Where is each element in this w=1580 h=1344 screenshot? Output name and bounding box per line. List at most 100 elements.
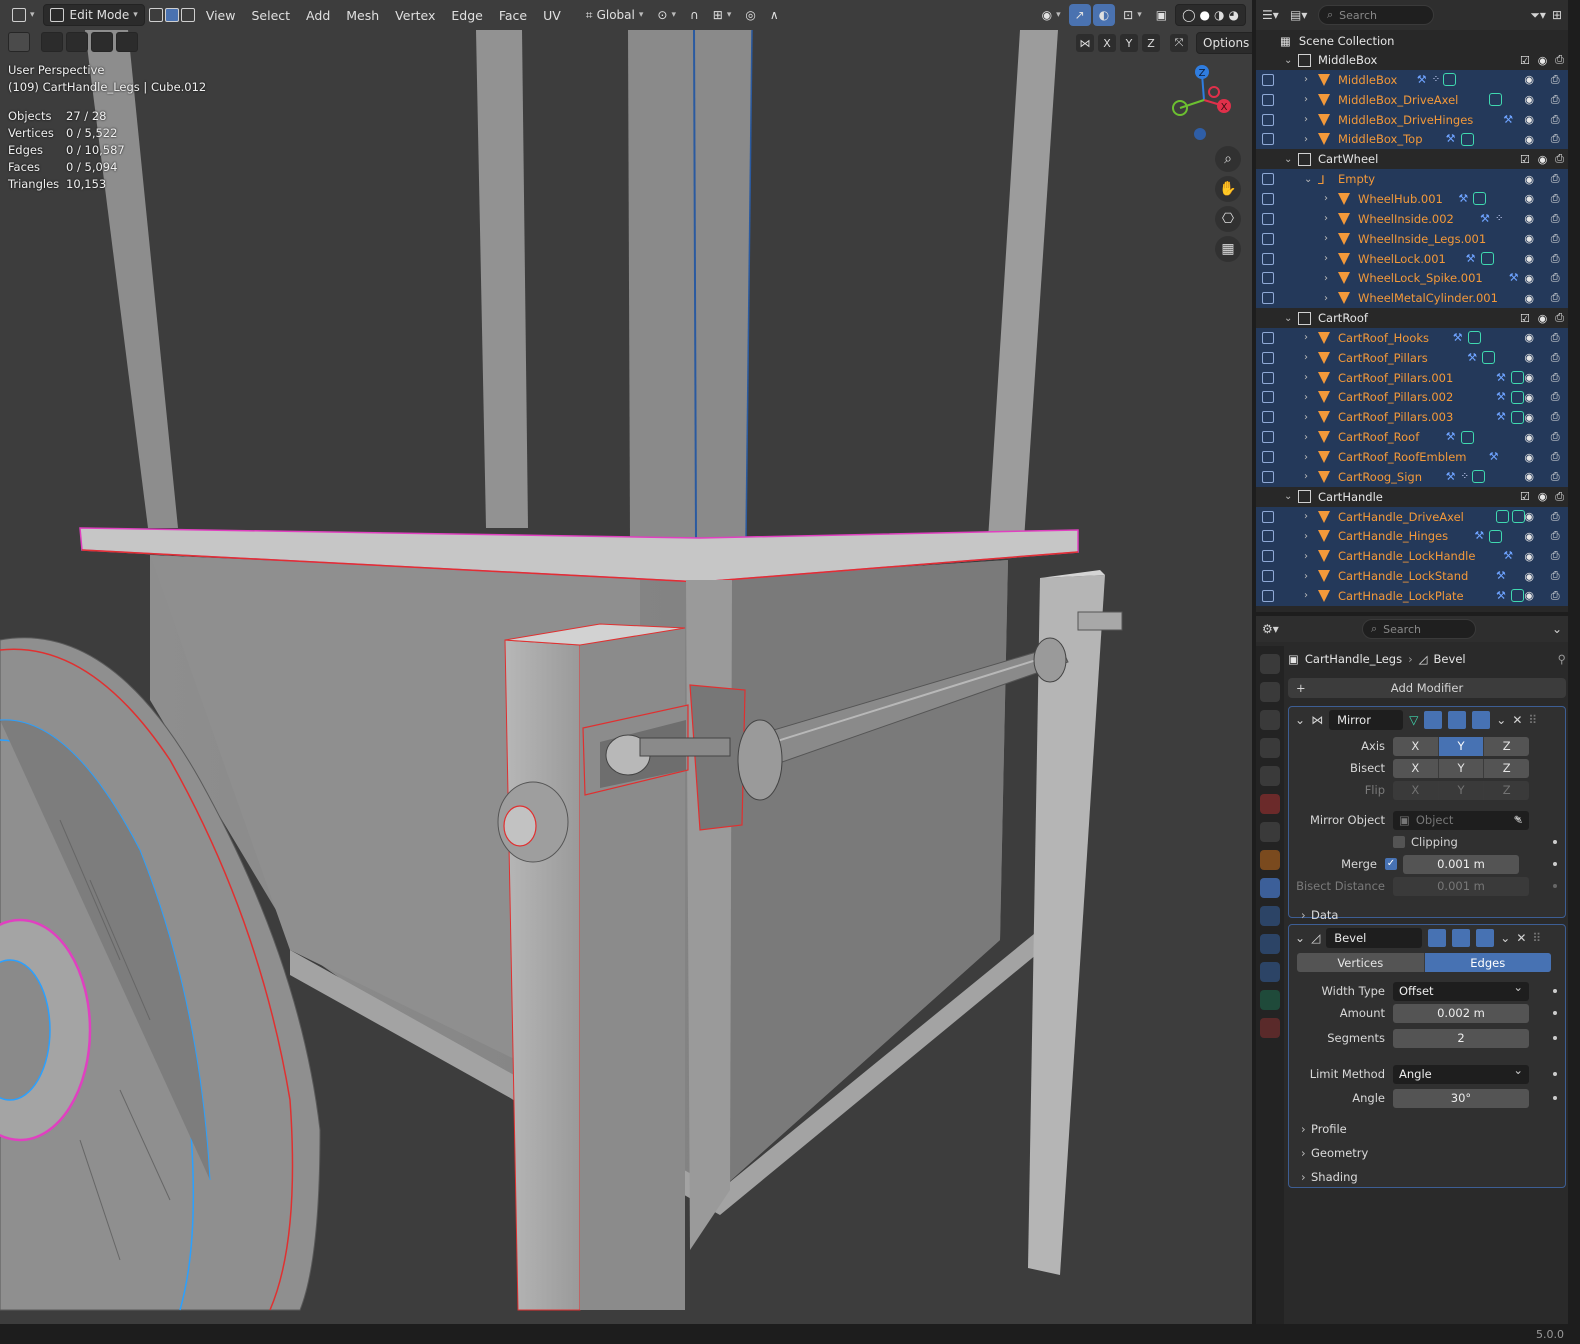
camera-icon[interactable]: ⎙ bbox=[1551, 569, 1560, 583]
snap-toggle[interactable]: ∩ bbox=[684, 4, 705, 26]
mesh-data-icon[interactable] bbox=[1443, 73, 1457, 87]
wrench-icon[interactable]: ⚒ bbox=[1496, 589, 1508, 602]
keyframe-dot[interactable] bbox=[1553, 1011, 1557, 1015]
outliner-object-row[interactable]: ⌄ ⅃ Empty ◉ ⎙ bbox=[1256, 169, 1568, 190]
camera-icon[interactable]: ⎙ bbox=[1551, 549, 1560, 563]
wrench-icon[interactable]: ⚒ bbox=[1496, 570, 1508, 582]
eye-icon[interactable]: ◉ bbox=[1524, 192, 1534, 205]
menu-view[interactable]: View bbox=[199, 4, 243, 26]
wrench-icon[interactable]: ⚒ bbox=[1417, 73, 1429, 86]
camera-icon[interactable]: ⎙ bbox=[1551, 371, 1560, 385]
pivot-dropdown[interactable]: ⊙ ▾ bbox=[651, 4, 682, 26]
scene-collection[interactable]: ▦ Scene Collection bbox=[1280, 34, 1394, 48]
wrench-icon[interactable]: ⚒ bbox=[1467, 351, 1479, 364]
eye-icon[interactable]: ◉ bbox=[1524, 530, 1534, 543]
cart-leg-left[interactable] bbox=[504, 639, 581, 1311]
properties-editor-icon[interactable]: ⚙▾ bbox=[1262, 622, 1286, 636]
menu-select[interactable]: Select bbox=[244, 4, 297, 26]
visibility-dropdown[interactable]: ◉ ▾ bbox=[1036, 4, 1067, 26]
outliner-object-row[interactable]: › WheelLock.001 ⚒ ◉ ⎙ bbox=[1256, 248, 1568, 269]
constraints-tab-icon[interactable] bbox=[1260, 962, 1280, 982]
shading-subpanel[interactable]: Shading bbox=[1289, 1165, 1565, 1189]
collapse-chevron-icon[interactable]: ⌄ bbox=[1295, 713, 1305, 727]
wrench-icon[interactable]: ⚒ bbox=[1503, 113, 1515, 126]
render-tab-icon[interactable] bbox=[1260, 682, 1280, 702]
mirror-object-field[interactable]: ▣ Object ✎ bbox=[1393, 809, 1529, 830]
close-icon[interactable]: ✕ bbox=[1512, 713, 1522, 727]
outliner-object-row[interactable]: › CartRoof_RoofEmblem ⚒ ◉ ⎙ bbox=[1256, 447, 1568, 467]
eye-icon[interactable]: ◉ bbox=[1524, 173, 1534, 186]
rendered-shading-icon[interactable]: ◕ bbox=[1229, 8, 1239, 22]
pillar-back-right[interactable] bbox=[988, 30, 1058, 540]
chevron-right-icon[interactable]: › bbox=[1324, 213, 1328, 224]
eye-icon[interactable]: ◉ bbox=[1538, 153, 1548, 166]
chevron-right-icon[interactable]: › bbox=[1304, 590, 1308, 601]
scene-tab-icon[interactable] bbox=[1260, 766, 1280, 786]
outliner-collection-row[interactable]: ⌄ CartRoof ☑ ◉ ⎙ bbox=[1256, 308, 1568, 328]
mesh-data-icon[interactable] bbox=[1473, 192, 1487, 206]
vertex-select-icon[interactable] bbox=[148, 8, 163, 22]
wrench-icon[interactable]: ⚒ bbox=[1458, 192, 1470, 205]
camera-icon[interactable]: ⎙ bbox=[1551, 390, 1560, 404]
eye-icon[interactable]: ◉ bbox=[1538, 54, 1548, 67]
chevron-right-icon[interactable]: › bbox=[1304, 471, 1308, 482]
eye-icon[interactable]: ◉ bbox=[1524, 93, 1534, 106]
outliner-object-row[interactable]: › MiddleBox ⚒ ⁘ ◉ ⎙ bbox=[1256, 69, 1568, 90]
outliner-object-row[interactable]: › CartHandle_DriveAxel ◉ ⎙ bbox=[1256, 506, 1568, 527]
eye-icon[interactable]: ◉ bbox=[1524, 212, 1534, 225]
width-type-dropdown[interactable]: Offset bbox=[1393, 980, 1529, 1001]
outliner-object-row[interactable]: › MiddleBox_Top ⚒ ◉ ⎙ bbox=[1256, 129, 1568, 150]
editor-type-button[interactable]: ▾ bbox=[6, 4, 41, 26]
chevron-right-icon[interactable]: › bbox=[1324, 293, 1328, 304]
outliner-object-row[interactable]: › CartRoog_Sign ⚒ ⁘ ◉ ⎙ bbox=[1256, 466, 1568, 487]
outliner-editor-icon[interactable]: ☰▾ bbox=[1262, 8, 1284, 22]
wrench-icon[interactable]: ⚒ bbox=[1474, 530, 1486, 542]
bevel-panel-header[interactable]: ⌄ ◿ Bevel ⌄ ✕ ⠿ bbox=[1289, 925, 1565, 951]
eye-icon[interactable]: ◉ bbox=[1524, 371, 1534, 384]
edit-mode-cage-icon[interactable]: ▽ bbox=[1409, 713, 1418, 727]
add-modifier-button[interactable]: + Add Modifier bbox=[1288, 678, 1566, 698]
outliner-object-row[interactable]: › MiddleBox_DriveAxel ◉ ⎙ bbox=[1256, 89, 1568, 110]
eye-icon[interactable]: ◉ bbox=[1524, 292, 1534, 305]
xray-toggle[interactable]: ▣ bbox=[1150, 4, 1173, 26]
options-dropdown[interactable]: Options▾ bbox=[1196, 32, 1252, 54]
pillar-back-left[interactable] bbox=[85, 30, 178, 528]
display-mode-icon[interactable]: ▤▾ bbox=[1290, 8, 1312, 22]
chevron-down-icon[interactable]: ⌄ bbox=[1284, 491, 1292, 502]
keyframe-dot[interactable] bbox=[1553, 884, 1557, 888]
vertex-group-icon[interactable]: ⁘ bbox=[1461, 471, 1469, 482]
bisect-z[interactable]: Z bbox=[1484, 759, 1529, 778]
vertex-group-icon[interactable]: ⁘ bbox=[1495, 213, 1503, 224]
physics-tab-icon[interactable] bbox=[1260, 934, 1280, 954]
mesh-overlay-dropdown[interactable]: ⊡ ▾ bbox=[1117, 4, 1148, 26]
material-tab-icon[interactable] bbox=[1260, 1018, 1280, 1038]
outliner-object-row[interactable]: › WheelLock_Spike.001 ⚒ ◉ ⎙ bbox=[1256, 268, 1568, 289]
data-tab-icon[interactable] bbox=[1260, 990, 1280, 1010]
camera-icon[interactable]: ⎙ bbox=[1551, 331, 1560, 345]
edit-mode-toggle-icon[interactable] bbox=[1428, 929, 1447, 947]
eye-icon[interactable]: ◉ bbox=[1524, 510, 1534, 523]
bisect-x[interactable]: X bbox=[1393, 758, 1439, 778]
chevron-right-icon[interactable]: › bbox=[1304, 551, 1308, 562]
pan-hand-icon[interactable]: ✋ bbox=[1215, 176, 1241, 202]
mesh-symmetry-y[interactable]: Y bbox=[1120, 34, 1138, 52]
affect-vertices[interactable]: Vertices bbox=[1297, 953, 1425, 972]
menu-vertex[interactable]: Vertex bbox=[388, 4, 442, 26]
eye-icon[interactable]: ◉ bbox=[1524, 570, 1534, 583]
orientation-dropdown[interactable]: ⌗ Global ▾ bbox=[580, 4, 650, 26]
menu-add[interactable]: Add bbox=[299, 4, 337, 26]
close-icon[interactable]: ✕ bbox=[1516, 931, 1526, 945]
axis-z[interactable]: Z bbox=[1484, 737, 1529, 756]
chevron-right-icon[interactable]: › bbox=[1304, 531, 1308, 542]
camera-icon[interactable]: ⎙ bbox=[1551, 291, 1560, 305]
wrench-icon[interactable]: ⚒ bbox=[1446, 431, 1458, 443]
geometry-subpanel[interactable]: Geometry bbox=[1289, 1141, 1565, 1165]
menu-mesh[interactable]: Mesh bbox=[339, 4, 386, 26]
scene-render[interactable] bbox=[0, 0, 1252, 1324]
proportional-edit-toggle[interactable]: ◎ bbox=[739, 4, 761, 26]
keyframe-dot[interactable] bbox=[1553, 1036, 1557, 1040]
bisect-y[interactable]: Y bbox=[1439, 758, 1485, 778]
falloff-dropdown[interactable]: ∧ bbox=[764, 4, 785, 26]
chevron-right-icon[interactable]: › bbox=[1304, 94, 1308, 105]
segments-field[interactable]: 2 bbox=[1393, 1028, 1529, 1048]
